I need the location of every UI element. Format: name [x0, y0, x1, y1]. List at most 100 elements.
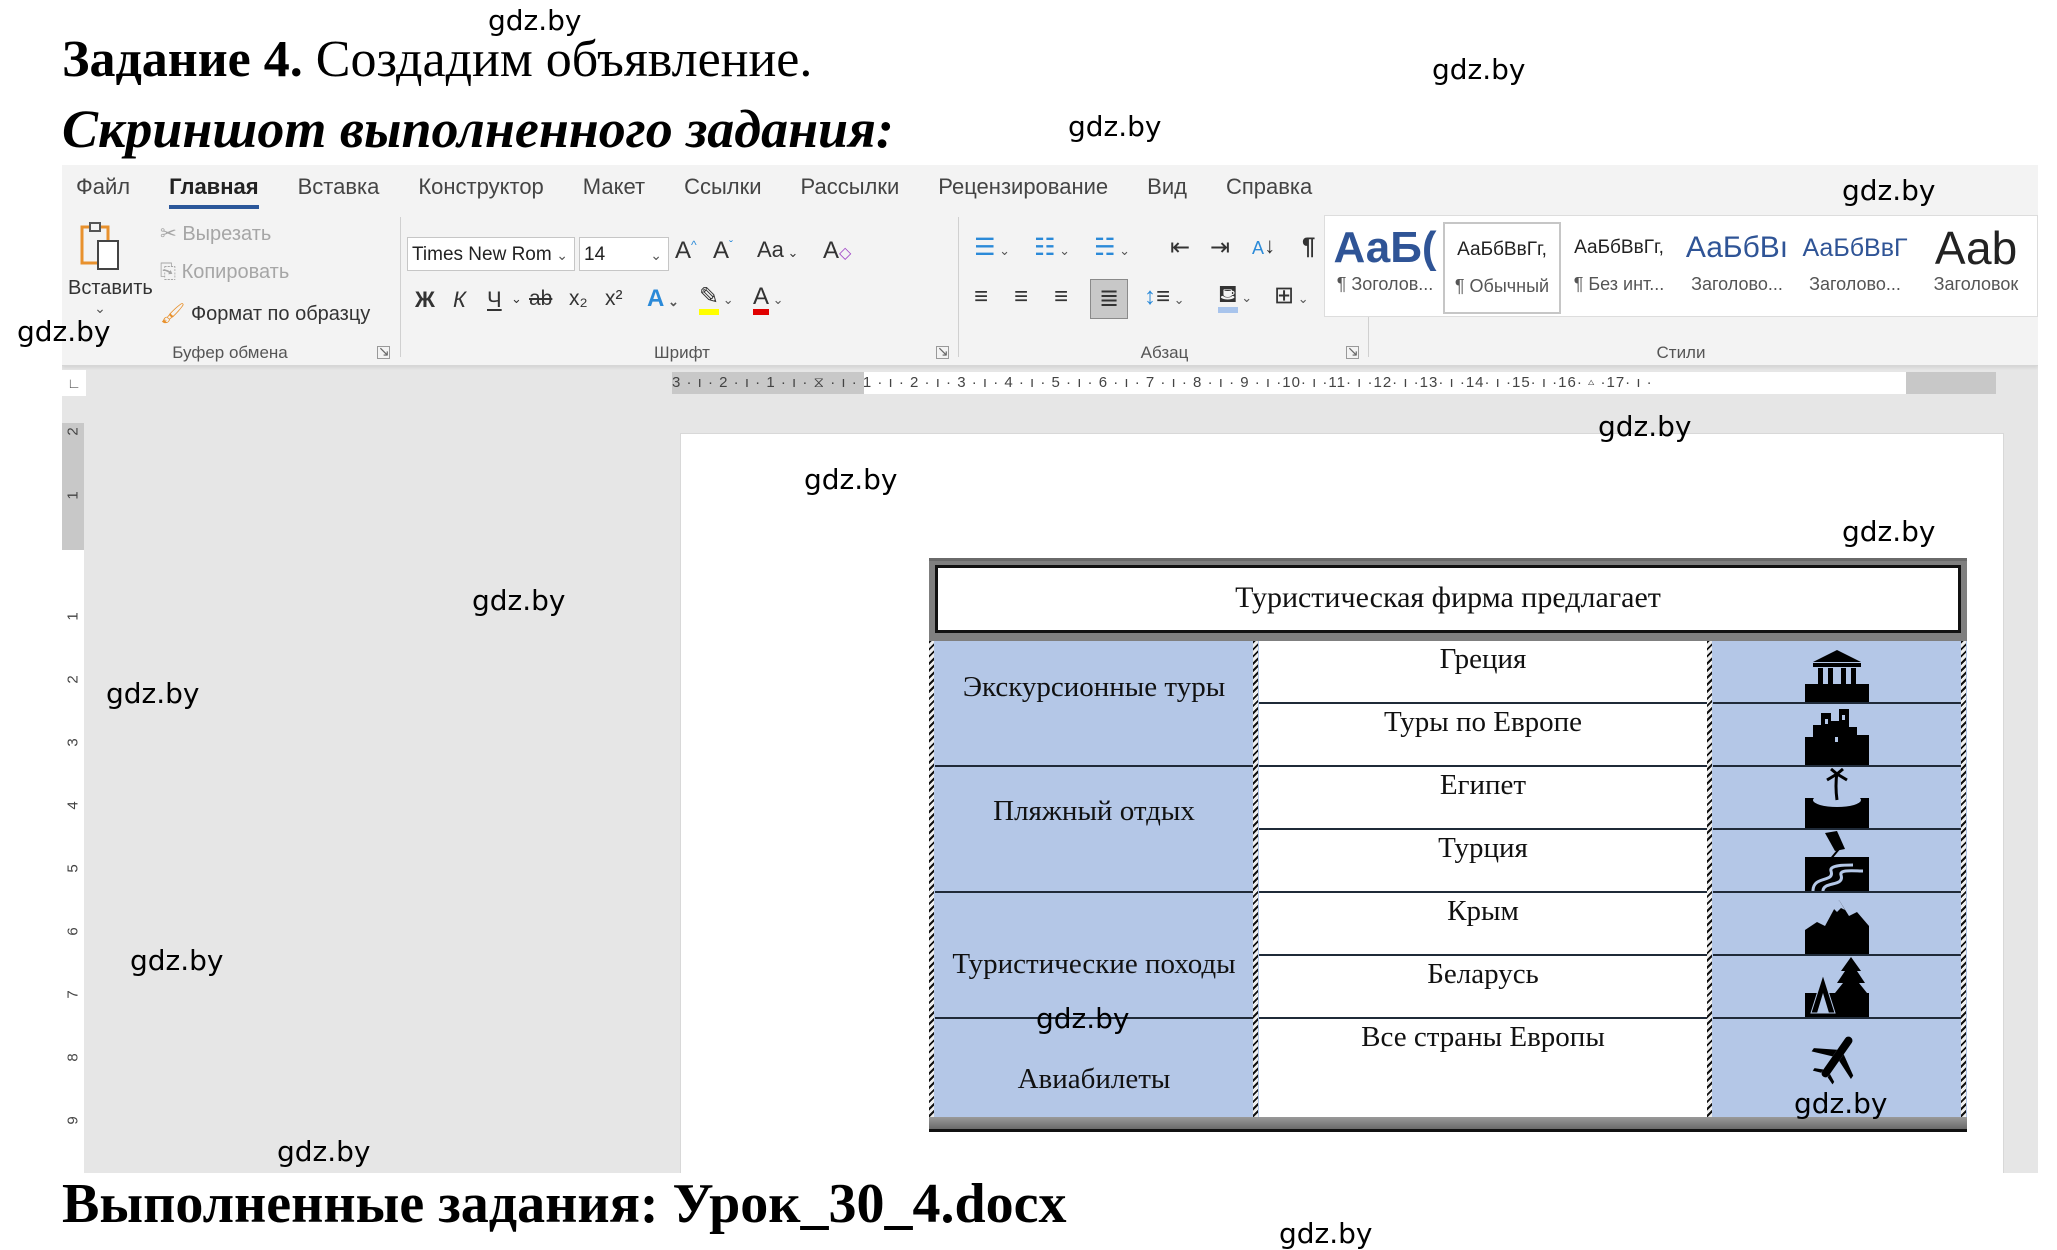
table-title[interactable]: Туристическая фирма предлагает — [935, 565, 1961, 633]
tab-file[interactable]: Файл — [76, 167, 149, 207]
tab-references[interactable]: Ссылки — [684, 167, 780, 207]
chevron-down-icon: ⌄ — [1115, 243, 1131, 258]
watermark: gdz.by — [1036, 1002, 1130, 1035]
shading-button[interactable]: ⛾ ⌄ — [1218, 281, 1252, 313]
style-normal[interactable]: АаБбВвГг, ¶ Обычный — [1443, 222, 1561, 314]
style-name: ¶ Зоголов... — [1336, 274, 1434, 294]
ribbon: Файл Главная Вставка Конструктор Макет С… — [62, 165, 2038, 366]
shrink-font-button[interactable]: Aˇ — [713, 237, 733, 265]
group-separator — [958, 217, 959, 357]
align-right-button[interactable]: ≡ — [1054, 283, 1068, 311]
tour-table[interactable]: Туристическая фирма предлагает Экскурсио… — [929, 558, 1967, 1132]
style-sample: АаБбВвГг, — [1574, 237, 1664, 258]
category-cell[interactable]: Пляжный отдых — [935, 767, 1253, 893]
style-no-spacing[interactable]: АаБбВвГг, ¶ Без инт... — [1563, 222, 1675, 310]
grow-font-icon: A — [675, 237, 692, 264]
copy-icon: ⎘ — [160, 261, 176, 283]
line-spacing-button[interactable]: ↕≡ ⌄ — [1144, 283, 1185, 311]
style-name: ¶ Без инт... — [1573, 274, 1665, 294]
font-size-select[interactable]: 14 ⌄ — [579, 237, 669, 271]
clear-formatting-button[interactable]: A◇ — [823, 237, 851, 265]
style-heading-3[interactable]: АаБбВвГ Заголово... — [1799, 222, 1911, 310]
destination-cell[interactable]: Турция — [1259, 830, 1707, 893]
chevron-down-icon: ⌄ — [650, 247, 662, 263]
justify-button[interactable]: ≣ — [1090, 279, 1128, 319]
ruler-number: 2 — [64, 675, 82, 684]
numbering-button[interactable]: ☷ ⌄ — [1034, 233, 1070, 262]
format-painter-label: Формат по образцу — [190, 303, 371, 325]
multilevel-list-button[interactable]: ☵ ⌄ — [1094, 233, 1130, 262]
tab-help[interactable]: Справка — [1226, 167, 1331, 207]
watermark: gdz.by — [1068, 110, 1162, 143]
task-heading: Задание 4. Создадим объявление. — [62, 30, 812, 89]
destination-cell[interactable]: Все страны Европы — [1259, 1019, 1707, 1117]
increase-indent-button[interactable]: ⇥ — [1210, 233, 1230, 262]
tab-insert[interactable]: Вставка — [298, 167, 399, 207]
ruler-number: 1 — [64, 612, 82, 621]
italic-button[interactable]: К — [453, 287, 466, 313]
clipboard-dialog-launcher[interactable]: ↘ — [377, 344, 390, 359]
style-heading-2[interactable]: АаБбВı Заголово... — [1681, 222, 1793, 310]
font-name-select[interactable]: Times New Rom ⌄ — [407, 237, 575, 271]
category-cell[interactable]: Туристические походы — [935, 893, 1253, 1019]
strikethrough-button[interactable]: ab — [529, 287, 552, 311]
change-case-button[interactable]: Aa ⌄ — [757, 237, 798, 263]
tab-review[interactable]: Рецензирование — [938, 167, 1127, 207]
tab-view[interactable]: Вид — [1147, 167, 1206, 207]
document-page[interactable]: Туристическая фирма предлагает Экскурсио… — [680, 433, 2004, 1173]
align-center-button[interactable]: ≡ — [1014, 283, 1028, 311]
category-cell[interactable]: Экскурсионные туры — [935, 641, 1253, 767]
text-effects-button[interactable]: A ⌄ — [647, 285, 679, 313]
tab-home[interactable]: Главная — [169, 167, 277, 209]
copy-label: Копировать — [181, 261, 290, 283]
change-case-icon: Aa — [757, 237, 784, 262]
tab-layout[interactable]: Макет — [583, 167, 664, 207]
destination-cell[interactable]: Греция — [1259, 641, 1707, 704]
horizontal-ruler[interactable]: 3 · ı · 2 · ı · 1 · ı · ⧖ · ı · 1 · ı · … — [672, 372, 1996, 394]
show-formatting-button[interactable]: ¶ — [1302, 233, 1315, 261]
icon-cell — [1713, 893, 1961, 956]
cut-button[interactable]: ✂ Вырезать — [160, 221, 271, 246]
vertical-ruler[interactable]: 2 1 1 2 3 4 5 6 7 8 9 — [62, 423, 84, 1173]
font-color-button[interactable]: A ⌄ — [753, 283, 784, 315]
highlight-button[interactable]: ✎ ⌄ — [699, 283, 734, 315]
grow-font-button[interactable]: A^ — [675, 237, 697, 265]
style-title[interactable]: Ааb Заголовок — [1917, 222, 2035, 310]
ruler-number: 3 — [64, 738, 82, 747]
bold-button[interactable]: Ж — [415, 287, 435, 313]
icon-cell — [1713, 767, 1961, 830]
borders-button[interactable]: ⊞ ⌄ — [1274, 281, 1309, 310]
border-dashed — [929, 641, 934, 1117]
copy-button[interactable]: ⎘ Копировать — [160, 261, 289, 284]
destination-cell[interactable]: Египет — [1259, 767, 1707, 830]
sort-arrow-icon: ↓ — [1252, 233, 1276, 258]
style-name: Заголово... — [1809, 274, 1901, 294]
destination-cell[interactable]: Крым — [1259, 893, 1707, 956]
icon-cell — [1713, 704, 1961, 767]
temple-icon — [1805, 650, 1869, 702]
tab-design[interactable]: Конструктор — [418, 167, 562, 207]
chevron-down-icon[interactable]: ⌄ — [511, 291, 522, 307]
bullets-button[interactable]: ☰ ⌄ — [974, 233, 1010, 262]
style-name: ¶ Обычный — [1454, 276, 1550, 296]
superscript-button[interactable]: x² — [605, 287, 623, 311]
tab-mailings[interactable]: Рассылки — [801, 167, 919, 207]
ruler-number: 4 — [64, 801, 82, 810]
destination-cell[interactable]: Туры по Европе — [1259, 704, 1707, 767]
destination-cell[interactable]: Беларусь — [1259, 956, 1707, 1019]
chevron-down-icon: ⌄ — [769, 292, 784, 307]
style-heading-1[interactable]: АаБ( ¶ Зоголов... — [1329, 222, 1441, 310]
watermark: gdz.by — [106, 677, 200, 710]
watermark: gdz.by — [472, 584, 566, 617]
border-dashed — [1961, 641, 1966, 1117]
format-painter-button[interactable]: 🖌 Формат по образцу — [160, 301, 370, 326]
ribbon-tabs: Файл Главная Вставка Конструктор Макет С… — [76, 167, 1351, 209]
font-dialog-launcher[interactable]: ↘ — [936, 344, 949, 359]
style-sample: АаБбВвГ — [1802, 234, 1908, 262]
align-left-button[interactable]: ≡ — [974, 283, 988, 311]
subscript-button[interactable]: x₂ — [569, 287, 588, 311]
tab-selector[interactable]: ∟ — [62, 370, 86, 396]
decrease-indent-button[interactable]: ⇤ — [1170, 233, 1190, 262]
underline-button[interactable]: Ч — [487, 287, 502, 313]
chevron-down-icon: ⌄ — [556, 247, 568, 263]
